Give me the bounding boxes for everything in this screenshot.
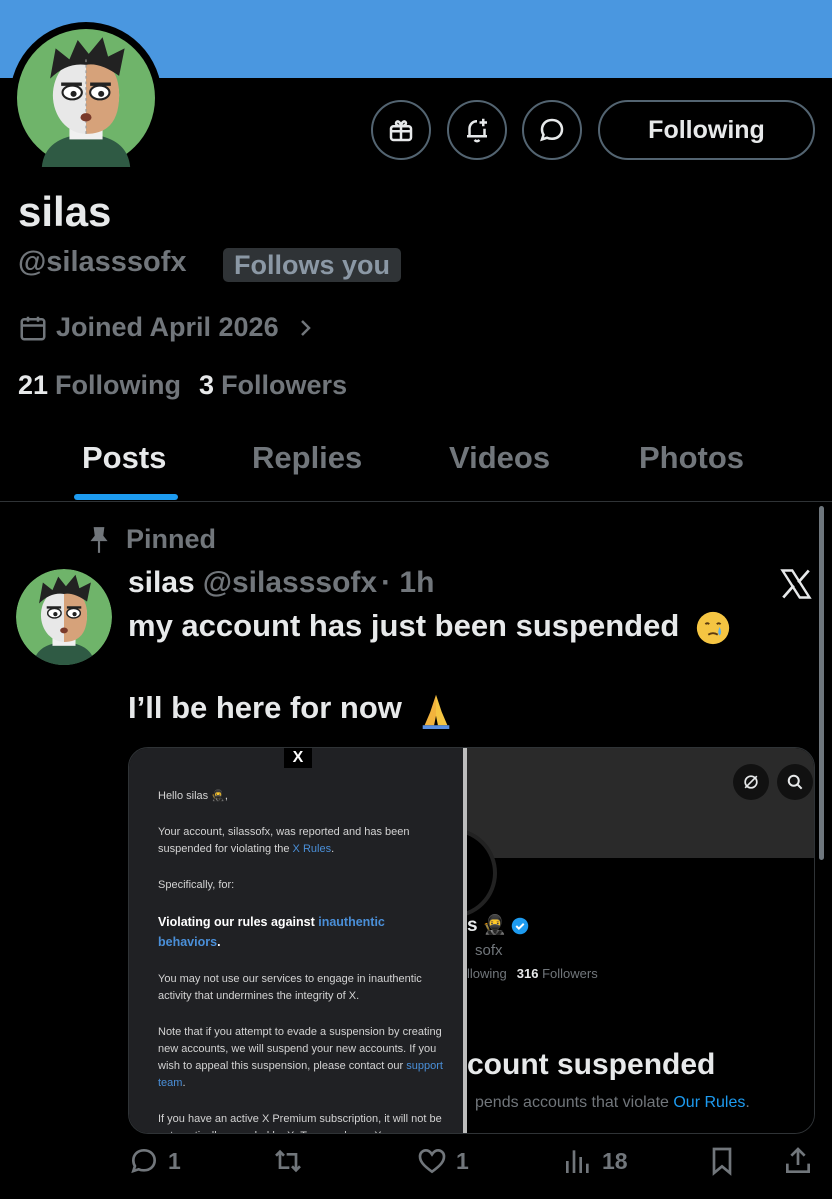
email-paragraph: Note that if you attempt to evade a susp… — [158, 1026, 443, 1090]
email-paragraph: You may not use our services to engage i… — [158, 972, 422, 1002]
search-icon — [787, 774, 803, 790]
email-paragraph: Your account, silassofx, was reported an… — [158, 826, 410, 856]
post-author-avatar[interactable] — [16, 569, 112, 665]
followers-stat[interactable]: 3 Followers — [199, 370, 347, 401]
pinned-label: Pinned — [126, 524, 217, 554]
profile-avatar[interactable] — [10, 22, 162, 174]
post-header: silas @silasssofx · 1h — [128, 566, 434, 600]
screenshot-suspended-title: count suspended — [467, 1048, 716, 1081]
tab-photos[interactable]: Photos — [639, 440, 744, 476]
profile-handle: @silasssofx — [18, 246, 187, 278]
share-icon — [786, 1147, 810, 1173]
message-icon — [540, 118, 564, 142]
screenshot-stats: llowing 316 Followers — [467, 966, 598, 981]
avatar-illustration — [16, 569, 112, 665]
crying-face-emoji-icon — [696, 611, 730, 644]
verified-badge-icon — [511, 917, 528, 935]
tab-posts[interactable]: Posts — [82, 440, 166, 476]
gift-button[interactable] — [371, 100, 431, 160]
like-count: 1 — [456, 1147, 469, 1174]
notification-bell-icon — [467, 118, 487, 143]
message-button[interactable] — [522, 100, 582, 160]
email-paragraph: Violating our rules against inauthentic … — [158, 915, 385, 949]
reply-count: 1 — [168, 1147, 181, 1174]
view-count: 18 — [602, 1147, 628, 1174]
follow-stats: 21 Following 3 Followers — [18, 370, 347, 401]
joined-date[interactable]: Joined April 2026 — [18, 312, 317, 343]
scrollbar[interactable] — [819, 506, 824, 860]
following-stat[interactable]: 21 Following — [18, 370, 181, 401]
repost-button[interactable] — [272, 1145, 312, 1177]
like-button[interactable]: 1 — [416, 1145, 469, 1177]
email-paragraph: If you have an active X Premium subscrip… — [158, 1113, 442, 1133]
suspension-email-screenshot: Hello silas 🥷, Your account, silassofx, … — [129, 748, 467, 1133]
chevron-right-icon — [300, 319, 311, 336]
suspended-profile-screenshot: s 🥷 sofx llowing 316 Followers count susp… — [467, 748, 814, 1133]
active-tab-indicator — [74, 494, 178, 500]
profile-tabs: Posts Replies Videos Photos — [0, 430, 832, 502]
x-logo-icon[interactable] — [778, 566, 814, 602]
followers-count: 3 — [199, 370, 215, 400]
screenshot-banner — [467, 748, 814, 858]
pin-icon — [90, 526, 108, 553]
following-button[interactable]: Following — [598, 100, 815, 160]
post-author-name[interactable]: silas — [128, 566, 195, 599]
follows-you-badge: Follows you — [223, 248, 402, 282]
post-text: my account has just been suspended — [128, 608, 680, 643]
pinned-indicator: Pinned — [86, 524, 216, 555]
tab-replies[interactable]: Replies — [252, 440, 362, 476]
post-text: I’ll be here for now — [128, 690, 402, 725]
email-greeting: Hello silas 🥷, — [158, 790, 228, 802]
following-label: Following — [55, 370, 182, 400]
bookmark-button[interactable] — [706, 1145, 738, 1177]
post-author-handle[interactable]: @silasssofx — [203, 566, 377, 599]
x-rules-link: X Rules — [292, 843, 332, 856]
email-x-badge: X — [284, 748, 312, 768]
email-paragraph: Specifically, for: — [158, 879, 235, 892]
views-button[interactable]: 18 — [562, 1145, 628, 1177]
following-count: 21 — [18, 370, 49, 400]
heart-icon — [418, 1148, 446, 1174]
avatar-illustration — [17, 29, 155, 167]
notifications-button[interactable] — [447, 100, 507, 160]
reply-icon — [131, 1148, 157, 1174]
joined-label: Joined April 2026 — [56, 312, 279, 342]
screenshot-handle: sofx — [475, 942, 503, 959]
bookmark-icon — [712, 1147, 732, 1176]
share-button[interactable] — [782, 1145, 814, 1177]
calendar-icon — [20, 316, 46, 340]
followers-label: Followers — [221, 370, 348, 400]
profile-name: silas — [18, 188, 112, 235]
post-text-line-1: my account has just been suspended — [128, 608, 732, 647]
post-time[interactable]: · 1h — [381, 566, 434, 599]
reply-button[interactable]: 1 — [128, 1145, 181, 1177]
analytics-icon — [566, 1150, 589, 1173]
folded-hands-emoji-icon — [422, 694, 449, 729]
post-media-image[interactable]: Hello silas 🥷, Your account, silassofx, … — [128, 747, 815, 1134]
repost-icon — [275, 1149, 301, 1173]
screenshot-name: s 🥷 — [467, 913, 529, 937]
screenshot-search-button — [777, 764, 813, 800]
screenshot-grok-button — [733, 764, 769, 800]
gift-icon — [389, 120, 413, 142]
grok-icon — [744, 775, 758, 789]
tab-videos[interactable]: Videos — [449, 440, 550, 476]
post-text-line-2: I’ll be here for now — [128, 690, 455, 729]
screenshot-suspended-subtitle: pends accounts that violate Our Rules. — [475, 1094, 750, 1111]
post-actions: 1 1 18 — [0, 1145, 832, 1191]
